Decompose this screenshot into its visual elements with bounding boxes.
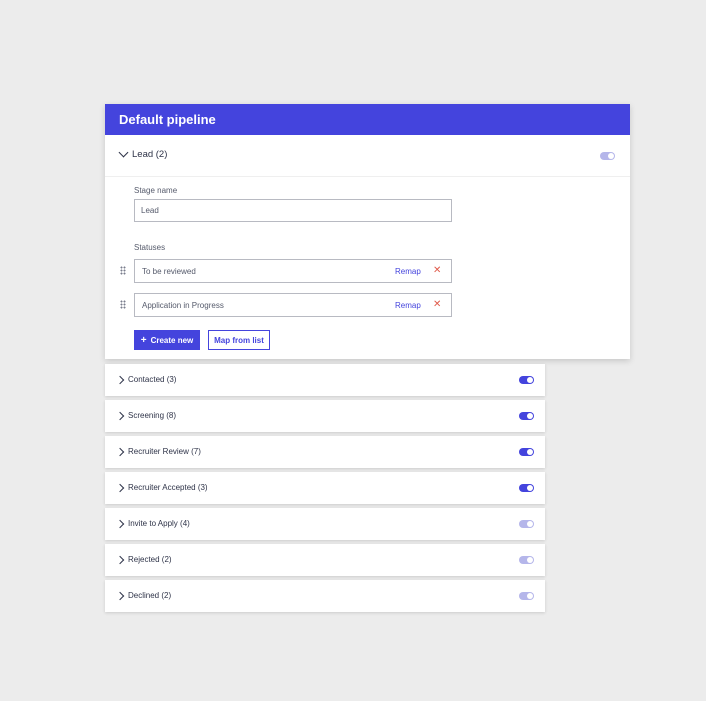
status-name: Application in Progress [142,301,224,310]
stage-label: Lead (2) [132,149,168,160]
chevron-right-icon[interactable] [115,375,125,385]
chevron-right-icon[interactable] [115,447,125,457]
stage-row[interactable]: Recruiter Accepted (3) [105,472,545,504]
chevron-right-icon[interactable] [115,411,125,421]
status-name: To be reviewed [142,267,196,276]
pipeline-panel: Default pipeline Lead (2) Stage name Sta… [105,104,630,359]
stage-row[interactable]: Recruiter Review (7) [105,436,545,468]
stage-row[interactable]: Screening (8) [105,400,545,432]
chevron-right-icon[interactable] [115,519,125,529]
stage-label: Invite to Apply (4) [128,519,190,528]
stage-toggle[interactable] [600,152,615,160]
stage-toggle[interactable] [519,376,534,384]
status-item[interactable]: To be reviewed Remap ✕ [134,259,452,283]
stage-label: Contacted (3) [128,375,177,384]
pipeline-title: Default pipeline [119,112,216,127]
stage-label: Recruiter Review (7) [128,447,201,456]
drag-handle-icon[interactable] [120,266,126,275]
remap-link[interactable]: Remap [395,267,421,276]
remap-link[interactable]: Remap [395,301,421,310]
stage-row[interactable]: Declined (2) [105,580,545,612]
status-item[interactable]: Application in Progress Remap ✕ [134,293,452,317]
stage-toggle[interactable] [519,520,534,528]
stage-toggle[interactable] [519,556,534,564]
stage-toggle[interactable] [519,484,534,492]
panel-header: Default pipeline [105,104,630,135]
stage-label: Rejected (2) [128,555,172,564]
create-new-label: Create new [150,335,194,345]
stage-label: Recruiter Accepted (3) [128,483,208,492]
drag-handle-icon[interactable] [120,300,126,309]
stage-row[interactable]: Rejected (2) [105,544,545,576]
chevron-down-icon[interactable] [118,147,129,158]
close-icon[interactable]: ✕ [433,299,441,311]
stage-name-input[interactable] [134,199,452,222]
close-icon[interactable]: ✕ [433,265,441,277]
create-new-button[interactable]: + Create new [134,330,200,350]
chevron-right-icon[interactable] [115,555,125,565]
plus-icon: + [140,334,147,346]
map-from-list-button[interactable]: Map from list [208,330,270,350]
stage-label: Declined (2) [128,591,172,600]
stage-toggle[interactable] [519,412,534,420]
statuses-label: Statuses [134,243,166,252]
stage-toggle[interactable] [519,448,534,456]
chevron-right-icon[interactable] [115,591,125,601]
stage-row[interactable]: Contacted (3) [105,364,545,396]
chevron-right-icon[interactable] [115,483,125,493]
stage-name-label: Stage name [134,186,178,195]
stage-row-lead[interactable]: Lead (2) [105,135,630,177]
stage-row[interactable]: Invite to Apply (4) [105,508,545,540]
stage-toggle[interactable] [519,592,534,600]
stage-label: Screening (8) [128,411,177,420]
